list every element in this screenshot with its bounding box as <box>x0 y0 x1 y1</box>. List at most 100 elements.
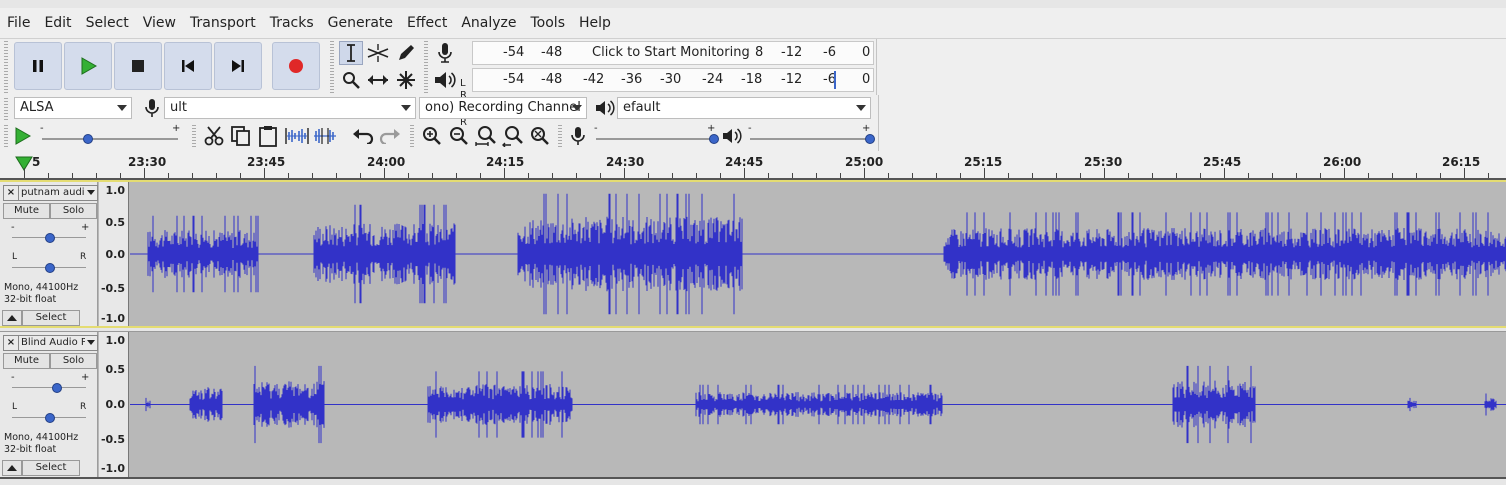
close-track-icon[interactable]: × <box>4 336 19 350</box>
menu-edit[interactable]: Edit <box>37 15 78 31</box>
recording-channels-select[interactable]: ono) Recording Channel <box>419 97 587 119</box>
playback-speed-slider[interactable] <box>42 134 178 144</box>
silence-button[interactable] <box>312 124 338 148</box>
redo-button[interactable] <box>378 124 402 148</box>
start-monitoring-label[interactable]: Click to Start Monitoring <box>592 45 750 60</box>
pan-slider[interactable] <box>12 263 86 273</box>
slider-thumb[interactable] <box>45 233 55 243</box>
menu-tracks[interactable]: Tracks <box>263 15 321 31</box>
ruler-tick <box>648 173 649 178</box>
scale-label: 1.0 <box>105 184 126 197</box>
skip-start-button[interactable] <box>164 42 212 90</box>
slider-thumb[interactable] <box>45 263 55 273</box>
solo-button[interactable]: Solo <box>50 203 97 219</box>
toolbar-grip[interactable] <box>192 125 196 147</box>
skip-end-button[interactable] <box>214 42 262 90</box>
playback-meter[interactable]: -54 -48 -42 -36 -30 -24 -18 -12 -6 0 <box>472 68 874 92</box>
playback-volume-slider[interactable] <box>750 134 875 144</box>
pan-slider[interactable] <box>12 413 86 423</box>
track-name-menu[interactable]: × Blind Audio P <box>3 335 98 351</box>
toolbar-grip[interactable] <box>4 98 8 120</box>
playback-device-select[interactable]: efault <box>617 97 871 119</box>
ruler-tick <box>408 173 409 178</box>
stop-button[interactable] <box>114 42 162 90</box>
copy-button[interactable] <box>229 124 253 148</box>
selection-tool[interactable] <box>339 41 363 65</box>
menu-effect[interactable]: Effect <box>400 15 454 31</box>
ruler-tick <box>984 168 985 178</box>
record-button[interactable] <box>272 42 320 90</box>
zoom-toggle-button[interactable] <box>528 124 552 148</box>
toolbar-grip[interactable] <box>424 41 428 93</box>
envelope-tool[interactable] <box>366 41 390 65</box>
undo-button[interactable] <box>351 124 375 148</box>
time-shift-tool[interactable] <box>366 68 390 92</box>
select-track-button[interactable]: Select <box>22 310 80 326</box>
trim-button[interactable] <box>284 124 310 148</box>
mute-button[interactable]: Mute <box>3 203 50 219</box>
slider-thumb[interactable] <box>865 134 875 144</box>
zoom-in-button[interactable] <box>420 124 444 148</box>
cut-button[interactable] <box>202 124 226 148</box>
vertical-scale[interactable]: 1.0 0.5 0.0 -0.5 -1.0 <box>99 332 129 477</box>
gain-slider[interactable] <box>12 383 86 393</box>
zoom-tool[interactable] <box>339 68 363 92</box>
menu-transport[interactable]: Transport <box>183 15 263 31</box>
fit-project-button[interactable] <box>501 124 525 148</box>
timeline-ruler[interactable]: 5 23:30 23:45 24:00 24:15 24:30 24:45 25… <box>0 151 1506 180</box>
draw-tool[interactable] <box>394 41 418 65</box>
waveform-display[interactable] <box>130 332 1506 477</box>
paste-button[interactable] <box>256 124 280 148</box>
mute-button[interactable]: Mute <box>3 353 50 369</box>
close-track-icon[interactable]: × <box>4 186 19 200</box>
skip-to-start-icon <box>182 60 194 72</box>
redo-icon <box>379 129 400 144</box>
toolbar-grip[interactable] <box>4 41 8 93</box>
toolbar-grip[interactable] <box>410 125 414 147</box>
pause-icon <box>33 60 43 72</box>
menu-select[interactable]: Select <box>79 15 136 31</box>
menu-analyze[interactable]: Analyze <box>454 15 523 31</box>
collapse-track-button[interactable] <box>2 460 22 476</box>
audio-host-select[interactable]: ALSA <box>14 97 132 119</box>
pause-button[interactable] <box>14 42 62 90</box>
playback-meter-button[interactable] <box>433 68 457 92</box>
scale-label: 0.5 <box>105 363 126 376</box>
slider-thumb[interactable] <box>83 134 93 144</box>
menu-file[interactable]: File <box>0 15 37 31</box>
vertical-scale[interactable]: 1.0 0.5 0.0 -0.5 -1.0 <box>99 182 129 326</box>
collapse-track-button[interactable] <box>2 310 22 326</box>
menu-help[interactable]: Help <box>572 15 618 31</box>
toolbar-grip[interactable] <box>4 125 8 147</box>
fit-selection-button[interactable] <box>474 124 498 148</box>
menu-tools[interactable]: Tools <box>524 15 573 31</box>
multi-tool[interactable] <box>394 68 418 92</box>
ruler-tick <box>624 168 625 178</box>
solo-button[interactable]: Solo <box>50 353 97 369</box>
ruler-tick <box>1296 173 1297 178</box>
recording-volume-slider[interactable] <box>596 134 719 144</box>
recording-device-select[interactable]: ult <box>164 97 416 119</box>
ruler-tick <box>864 168 865 178</box>
magnifier-icon <box>343 72 360 89</box>
slider-thumb[interactable] <box>45 413 55 423</box>
gain-slider[interactable] <box>12 233 86 243</box>
waveform-display[interactable] <box>130 182 1506 326</box>
zoom-out-button[interactable] <box>447 124 471 148</box>
menu-generate[interactable]: Generate <box>321 15 400 31</box>
toolbar-grip[interactable] <box>330 41 334 93</box>
record-meter-button[interactable] <box>433 41 457 65</box>
toolbar-grip[interactable] <box>558 125 562 147</box>
track-name-menu[interactable]: × putnam audi <box>3 185 98 201</box>
menu-view[interactable]: View <box>136 15 183 31</box>
meter-label: -18 <box>741 72 763 87</box>
slider-thumb[interactable] <box>709 134 719 144</box>
audio-track[interactable]: × Blind Audio P Mute Solo - + L R Mono, … <box>0 331 1506 479</box>
slider-thumb[interactable] <box>52 383 62 393</box>
play-at-speed-button[interactable] <box>10 124 34 148</box>
play-button[interactable] <box>64 42 112 90</box>
scale-label: 0.0 <box>105 248 126 261</box>
audio-track[interactable]: × putnam audi Mute Solo - + L R Mono, 44… <box>0 180 1506 328</box>
select-track-button[interactable]: Select <box>22 460 80 476</box>
record-meter[interactable]: -54 -48 Click to Start Monitoring 8 -12 … <box>472 41 874 65</box>
